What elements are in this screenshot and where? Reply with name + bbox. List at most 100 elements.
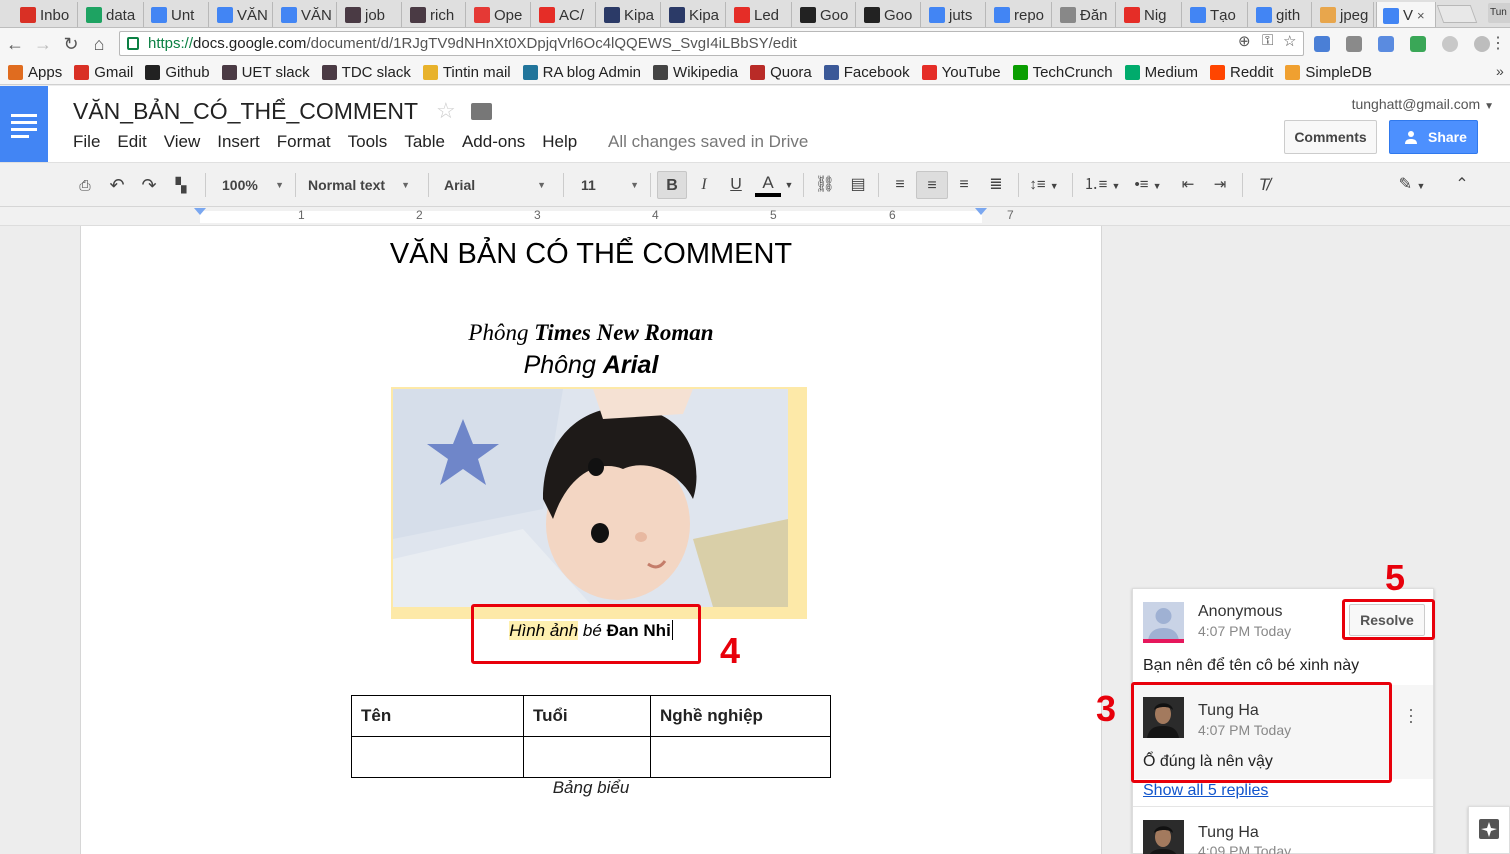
browser-tab[interactable]: Nig [1118,2,1182,27]
menu-table[interactable]: Table [404,132,445,152]
bookmark-item[interactable]: TechCrunch [1012,64,1113,81]
collapse-menu-icon[interactable]: ⌃ [1450,171,1474,199]
more-options-icon[interactable]: · · · [1406,700,1416,730]
save-status[interactable]: All changes saved in Drive [608,132,808,152]
text-color-caret-icon[interactable]: ▼ [784,171,794,199]
browser-tab[interactable]: Kipa [663,2,726,27]
explore-button[interactable] [1468,806,1510,854]
font-size-select[interactable]: 11 ▼ [581,171,641,199]
profile-button[interactable]: Tun [1488,3,1510,23]
bookmark-item[interactable]: SimpleDB [1285,64,1372,81]
bookmark-item[interactable]: Wikipedia [653,64,738,81]
menu-edit[interactable]: Edit [117,132,146,152]
editing-mode-pencil-icon[interactable]: ✎ ▼ [1392,171,1432,199]
left-indent-marker[interactable] [194,208,206,215]
menu-help[interactable]: Help [542,132,577,152]
browser-tab[interactable]: Unt [145,2,209,27]
bookmark-item[interactable]: Medium [1124,64,1198,81]
table-cell[interactable] [523,736,651,778]
account-email[interactable]: tunghatt@gmail.com ▼ [1352,96,1494,112]
document-heading[interactable]: VĂN BẢN CÓ THỂ COMMENT [80,238,1102,271]
browser-tab[interactable]: VĂN [211,2,273,27]
zoom-icon[interactable]: ⊕ [1238,32,1251,50]
bookmark-item[interactable]: RA blog Admin [522,64,641,81]
close-tab-icon[interactable]: × [1417,8,1425,23]
browser-tab[interactable]: jpeg [1314,2,1374,27]
show-all-replies-link[interactable]: Show all 5 replies [1143,782,1268,800]
bookmarks-overflow-icon[interactable]: » [1496,63,1504,79]
browser-tab[interactable]: Kipa [598,2,661,27]
table-caption[interactable]: Bảng biểu [80,778,1102,798]
arial-line[interactable]: Phông Arial [80,351,1102,380]
bookmark-item[interactable]: YouTube [921,64,1001,81]
times-new-roman-line[interactable]: Phông Times New Roman [80,320,1102,346]
numbered-list-icon[interactable]: ⒈≡ ▼ [1082,171,1122,199]
back-arrow-icon[interactable]: ← [4,33,26,55]
browser-tab[interactable]: Goo [794,2,856,27]
document-table[interactable]: Tên Tuổi Nghề nghiệp [351,695,831,778]
italic-button[interactable]: I [693,171,715,199]
decrease-indent-icon[interactable]: ⇤ [1176,171,1200,199]
undo-icon[interactable]: ↶ [106,171,128,199]
text-color-button[interactable]: A [755,171,781,197]
browser-tab[interactable]: AC/ [533,2,596,27]
table-header-cell[interactable]: Tên [351,695,524,737]
menu-tools[interactable]: Tools [348,132,388,152]
bookmark-item[interactable]: Quora [750,64,812,81]
bold-button[interactable]: B [657,171,687,199]
browser-tab[interactable]: Tạo [1184,2,1248,27]
right-indent-marker[interactable] [975,208,987,215]
document-title[interactable]: VĂN_BẢN_CÓ_THỂ_COMMENT [73,98,418,125]
star-icon[interactable]: ☆ [436,98,456,124]
bookmark-item[interactable]: UET slack [221,64,310,81]
extension-icon[interactable] [1410,36,1426,52]
browser-tab[interactable]: juts [923,2,986,27]
browser-tab[interactable]: VĂN [275,2,337,27]
table-header-cell[interactable]: Nghề nghiệp [650,695,831,737]
docs-home-icon[interactable] [0,86,48,162]
table-cell[interactable] [650,736,831,778]
browser-tab[interactable]: gith [1250,2,1312,27]
extension-icon[interactable] [1378,36,1394,52]
browser-tab[interactable]: Đăn [1054,2,1116,27]
align-left-icon[interactable]: ≡ [888,171,912,199]
baby-photo[interactable] [393,389,788,607]
paint-format-icon[interactable]: ▚ [170,171,192,199]
bookmark-star-icon[interactable]: ☆ [1283,32,1296,50]
extension-icon[interactable] [1442,36,1458,52]
align-right-icon[interactable]: ≡ [952,171,976,199]
bookmark-item[interactable]: Github [145,64,210,81]
address-bar[interactable]: https://docs.google.com/document/d/1RJgT… [119,31,1304,56]
redo-icon[interactable]: ↷ [138,171,160,199]
underline-button[interactable]: U [725,171,747,199]
forward-arrow-icon[interactable]: → [32,33,54,55]
browser-tab[interactable]: data [80,2,144,27]
browser-tab[interactable]: Goo [858,2,921,27]
translate-extension-icon[interactable] [1314,36,1330,52]
bookmark-item[interactable]: Tintin mail [422,64,511,81]
paragraph-style-select[interactable]: Normal text ▼ [308,171,412,199]
bookmark-item[interactable]: Apps [8,64,62,81]
bookmark-item[interactable]: Gmail [74,64,133,81]
font-select[interactable]: Arial ▼ [444,171,548,199]
home-icon[interactable]: ⌂ [88,33,110,55]
new-tab-button[interactable] [1436,5,1478,23]
table-header-cell[interactable]: Tuổi [523,695,651,737]
folder-icon[interactable] [471,103,492,120]
bookmark-item[interactable]: TDC slack [321,64,411,81]
menu-file[interactable]: File [73,132,100,152]
menu-view[interactable]: View [164,132,201,152]
browser-tab[interactable]: V × [1376,2,1436,27]
print-icon[interactable]: ⎙ [74,171,96,199]
align-center-icon[interactable]: ≡ [916,171,948,199]
menu-addons[interactable]: Add-ons [462,132,525,152]
baby-photo-highlight[interactable] [391,387,807,619]
comments-button[interactable]: Comments [1284,120,1377,154]
table-cell[interactable] [351,736,524,778]
align-justify-icon[interactable]: ≣ [984,171,1008,199]
browser-tab[interactable]: Led [728,2,792,27]
line-spacing-icon[interactable]: ↕≡ ▼ [1026,171,1062,199]
key-icon[interactable]: ⚿ [1262,32,1273,49]
browser-menu-icon[interactable]: ⋮ [1487,33,1509,55]
zoom-select[interactable]: 100% ▼ [222,171,286,199]
